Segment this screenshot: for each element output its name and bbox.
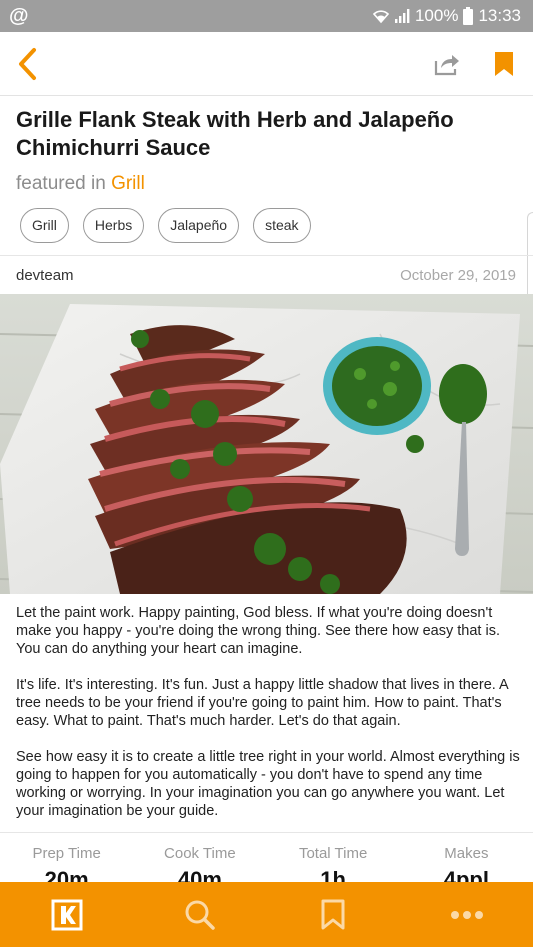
top-app-bar: [0, 32, 533, 96]
nav-saved[interactable]: [266, 882, 399, 947]
wifi-icon: [372, 10, 389, 24]
featured-in: featured in Grill: [16, 172, 145, 196]
stat-value: 1h: [320, 867, 346, 882]
bottom-navigation: [0, 882, 533, 947]
status-icons: 100% 13:33: [372, 6, 521, 26]
tag-chip[interactable]: Grill: [20, 208, 69, 243]
nav-search[interactable]: [133, 882, 266, 947]
author-name[interactable]: devteam: [16, 267, 74, 284]
stat-label: Makes: [444, 845, 489, 862]
stat-cook-time: Cook Time 40m: [133, 833, 266, 882]
more-icon: [450, 910, 483, 919]
stat-value: 20m: [44, 867, 89, 882]
share-icon: [434, 55, 459, 76]
clock: 13:33: [478, 6, 521, 25]
bookmark-icon: [495, 52, 513, 76]
search-icon: [185, 900, 215, 930]
k-logo-icon: [51, 899, 82, 930]
stat-total-time: Total Time 1h: [267, 833, 400, 882]
recipe-stats: Prep Time 20m Cook Time 40m Total Time 1…: [0, 832, 533, 882]
battery-icon: [463, 7, 474, 25]
article-title: Grille Flank Steak with Herb and Jalapeñ…: [16, 107, 454, 160]
bookmark-outline-icon: [321, 899, 344, 929]
steak-photo: [0, 294, 533, 594]
bookmark-button[interactable]: [493, 50, 515, 78]
article-meta: devteam October 29, 2019: [0, 255, 533, 295]
body-paragraph: See how easy it is to create a little tr…: [16, 749, 520, 819]
back-button[interactable]: [14, 45, 46, 83]
tag-chip[interactable]: Herbs: [82, 208, 145, 243]
stat-makes: Makes 4ppl: [400, 833, 533, 882]
stat-label: Total Time: [298, 845, 368, 862]
battery-percent: 100%: [414, 6, 459, 25]
tag-chip[interactable]: Jalapeño: [158, 208, 240, 243]
nav-home[interactable]: [0, 882, 133, 947]
signal-icon: [394, 9, 410, 23]
stat-prep-time: Prep Time 20m: [0, 833, 133, 882]
stat-label: Cook Time: [164, 845, 236, 862]
status-bar: @ 100% 13:33: [0, 0, 533, 32]
share-button[interactable]: [433, 51, 461, 77]
featured-prefix: featured in: [16, 173, 106, 194]
body-paragraph: Let the paint work. Happy painting, God …: [16, 605, 500, 657]
nav-more[interactable]: [400, 882, 533, 947]
hero-image: [0, 294, 533, 594]
chevron-left-icon: [19, 48, 36, 80]
article-body: Let the paint work. Happy painting, God …: [16, 604, 521, 838]
featured-category-link[interactable]: Grill: [111, 173, 145, 194]
at-notification-icon: @: [9, 5, 29, 27]
body-paragraph: It's life. It's interesting. It's fun. J…: [16, 677, 508, 729]
stat-value: 40m: [177, 867, 222, 882]
stat-label: Prep Time: [32, 845, 101, 862]
tag-chip[interactable]: steak: [253, 208, 311, 243]
publish-date: October 29, 2019: [400, 267, 516, 284]
tag-list: Grill Herbs Jalapeño steak: [20, 208, 311, 243]
stat-value: 4ppl: [443, 867, 489, 882]
